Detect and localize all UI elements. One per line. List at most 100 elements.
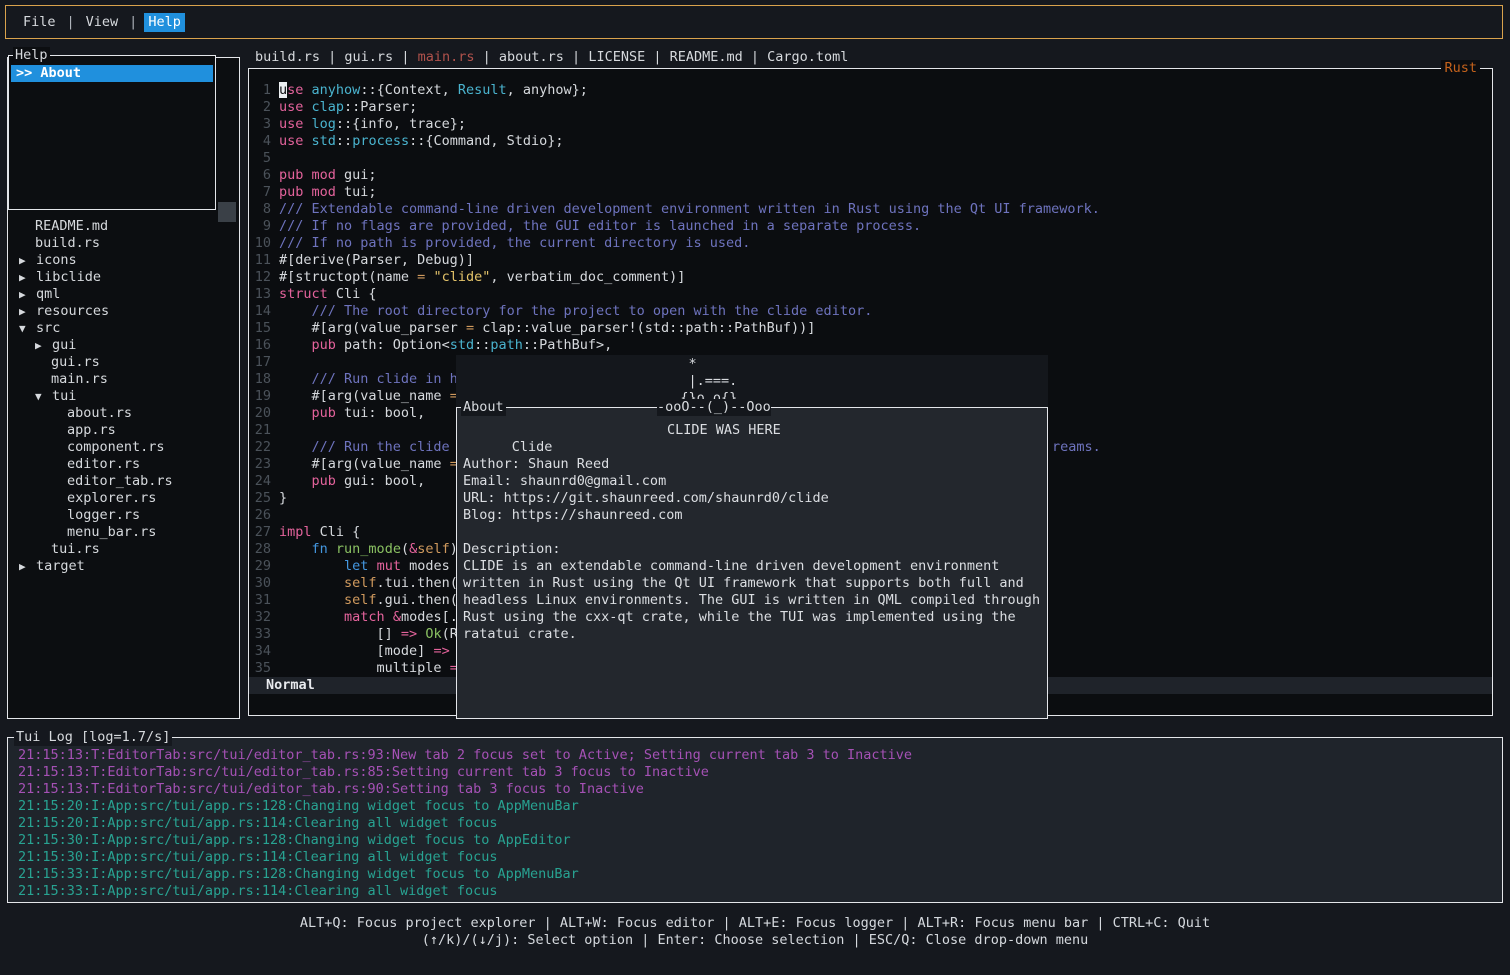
explorer-item-label: build.rs <box>35 235 100 251</box>
code-line-text: pub path: Option<std::path::PathBuf>, <box>279 337 612 353</box>
code-line-text: let mut modes <box>279 558 450 574</box>
menu-separator: | <box>67 14 75 31</box>
dropdown-scrollbar-thumb[interactable] <box>218 202 236 222</box>
code-line: 14 /// The root directory for the projec… <box>253 303 1490 320</box>
log-entry: 21:15:13:T:EditorTab:src/tui/editor_tab.… <box>18 764 1498 781</box>
tab-readme.md[interactable]: README.md <box>670 49 743 65</box>
line-number: 35 <box>253 660 271 675</box>
explorer-item-app-rs[interactable]: app.rs <box>8 422 237 439</box>
line-number: 2 <box>253 99 271 116</box>
menu-separator: | <box>129 14 137 31</box>
code-line: 16 pub path: Option<std::path::PathBuf>, <box>253 337 1490 354</box>
code-line: 10/// If no path is provided, the curren… <box>253 235 1490 252</box>
editor-mode-label: Normal <box>249 677 315 693</box>
code-line-text: [mode] => <box>279 643 450 659</box>
tab-build.rs[interactable]: build.rs <box>255 49 320 65</box>
explorer-item-component-rs[interactable]: component.rs <box>8 439 237 456</box>
menu-item-help[interactable]: Help <box>144 13 185 32</box>
explorer-item-target[interactable]: ▶target <box>8 558 237 575</box>
code-line-text: use log::{info, trace}; <box>279 116 466 132</box>
folder-collapsed-icon: ▶ <box>35 337 52 354</box>
about-popup: * |.===. {}o o{} About -ooO--(_)--Ooo Cl… <box>456 355 1048 719</box>
folder-collapsed-icon: ▶ <box>19 252 36 269</box>
line-number: 23 <box>253 456 271 473</box>
code-line-text: pub gui: bool, <box>279 473 425 489</box>
tab-cargo.toml[interactable]: Cargo.toml <box>767 49 848 65</box>
explorer-item-gui-rs[interactable]: gui.rs <box>8 354 237 371</box>
explorer-item-label: about.rs <box>67 405 132 421</box>
code-line-text: #[structopt(name = "clide", verbatim_doc… <box>279 269 685 285</box>
explorer-item-explorer-rs[interactable]: explorer.rs <box>8 490 237 507</box>
explorer-item-label: qml <box>36 286 60 302</box>
help-dropdown: Help >> About <box>8 55 216 210</box>
tab-main.rs[interactable]: main.rs <box>418 49 475 65</box>
folder-expanded-icon: ▼ <box>35 388 52 405</box>
line-number: 31 <box>253 592 271 609</box>
code-line: 9/// If no flags are provided, the GUI e… <box>253 218 1490 235</box>
explorer-item-label: src <box>36 320 60 336</box>
code-line-text: /// Extendable command-line driven devel… <box>279 201 1100 217</box>
tab-license[interactable]: LICENSE <box>588 49 645 65</box>
explorer-item-label: editor.rs <box>67 456 140 472</box>
folder-collapsed-icon: ▶ <box>19 558 36 575</box>
explorer-item-logger-rs[interactable]: logger.rs <box>8 507 237 524</box>
explorer-item-tui-rs[interactable]: tui.rs <box>8 541 237 558</box>
explorer-item-label: editor_tab.rs <box>67 473 173 489</box>
explorer-item-about-rs[interactable]: about.rs <box>8 405 237 422</box>
line-number: 15 <box>253 320 271 337</box>
explorer-item-editor-rs[interactable]: editor.rs <box>8 456 237 473</box>
menu-item-file[interactable]: File <box>19 13 60 32</box>
code-line-text: #[derive(Parser, Debug)] <box>279 252 474 268</box>
explorer-item-label: menu_bar.rs <box>67 524 156 540</box>
tui-log-panel: Tui Log [log=1.7/s] 21:15:13:T:EditorTab… <box>7 737 1503 903</box>
explorer-item-readme-md[interactable]: README.md <box>8 218 237 235</box>
line-number: 11 <box>253 252 271 269</box>
tab-separator: | <box>564 49 588 65</box>
line-number: 22 <box>253 439 271 456</box>
log-entry: 21:15:13:T:EditorTab:src/tui/editor_tab.… <box>18 781 1498 798</box>
folder-collapsed-icon: ▶ <box>19 286 36 303</box>
tab-separator: | <box>320 49 344 65</box>
menu-item-view[interactable]: View <box>82 13 123 32</box>
explorer-item-libclide[interactable]: ▶libclide <box>8 269 237 286</box>
tab-gui.rs[interactable]: gui.rs <box>344 49 393 65</box>
code-line: 15 #[arg(value_parser = clap::value_pars… <box>253 320 1490 337</box>
explorer-item-build-rs[interactable]: build.rs <box>8 235 237 252</box>
code-line-text: pub mod tui; <box>279 184 377 200</box>
line-number: 20 <box>253 405 271 422</box>
line-number: 21 <box>253 422 271 439</box>
code-line-text: /// Run the clide <box>279 439 458 455</box>
keybind-help-bar: ALT+Q: Focus project explorer | ALT+W: F… <box>0 915 1510 949</box>
line-number: 18 <box>253 371 271 388</box>
tab-about.rs[interactable]: about.rs <box>499 49 564 65</box>
explorer-item-menu_bar-rs[interactable]: menu_bar.rs <box>8 524 237 541</box>
about-popup-title: About <box>461 399 506 416</box>
line-number: 34 <box>253 643 271 660</box>
code-line-text: /// If no flags are provided, the GUI ed… <box>279 218 921 234</box>
editor-tabs: build.rs | gui.rs | main.rs | about.rs |… <box>255 49 848 66</box>
explorer-item-resources[interactable]: ▶resources <box>8 303 237 320</box>
code-line-text: pub tui: bool, <box>279 405 425 421</box>
explorer-item-label: gui <box>52 337 76 353</box>
code-line-text: multiple = <box>279 660 458 675</box>
explorer-item-editor_tab-rs[interactable]: editor_tab.rs <box>8 473 237 490</box>
code-line-text: [] => Ok(R <box>279 626 458 642</box>
code-line-text: use anyhow::{Context, Result, anyhow}; <box>279 82 588 98</box>
explorer-item-icons[interactable]: ▶icons <box>8 252 237 269</box>
explorer-item-label: gui.rs <box>51 354 100 370</box>
explorer-item-label: libclide <box>36 269 101 285</box>
explorer-item-src[interactable]: ▼src <box>8 320 237 337</box>
tui-log-title: Tui Log [log=1.7/s] <box>14 729 172 746</box>
help-dropdown-item-about[interactable]: >> About <box>11 65 213 82</box>
explorer-item-gui[interactable]: ▶gui <box>8 337 237 354</box>
tab-separator: | <box>743 49 767 65</box>
line-number: 1 <box>253 82 271 99</box>
explorer-item-main-rs[interactable]: main.rs <box>8 371 237 388</box>
explorer-item-qml[interactable]: ▶qml <box>8 286 237 303</box>
line-number: 5 <box>253 150 271 167</box>
ascii-art-caption: CLIDE WAS HERE <box>667 422 781 439</box>
explorer-item-label: main.rs <box>51 371 108 387</box>
menu-bar: File | View | Help <box>5 5 1503 39</box>
explorer-item-tui[interactable]: ▼tui <box>8 388 237 405</box>
explorer-item-label: README.md <box>35 218 108 234</box>
